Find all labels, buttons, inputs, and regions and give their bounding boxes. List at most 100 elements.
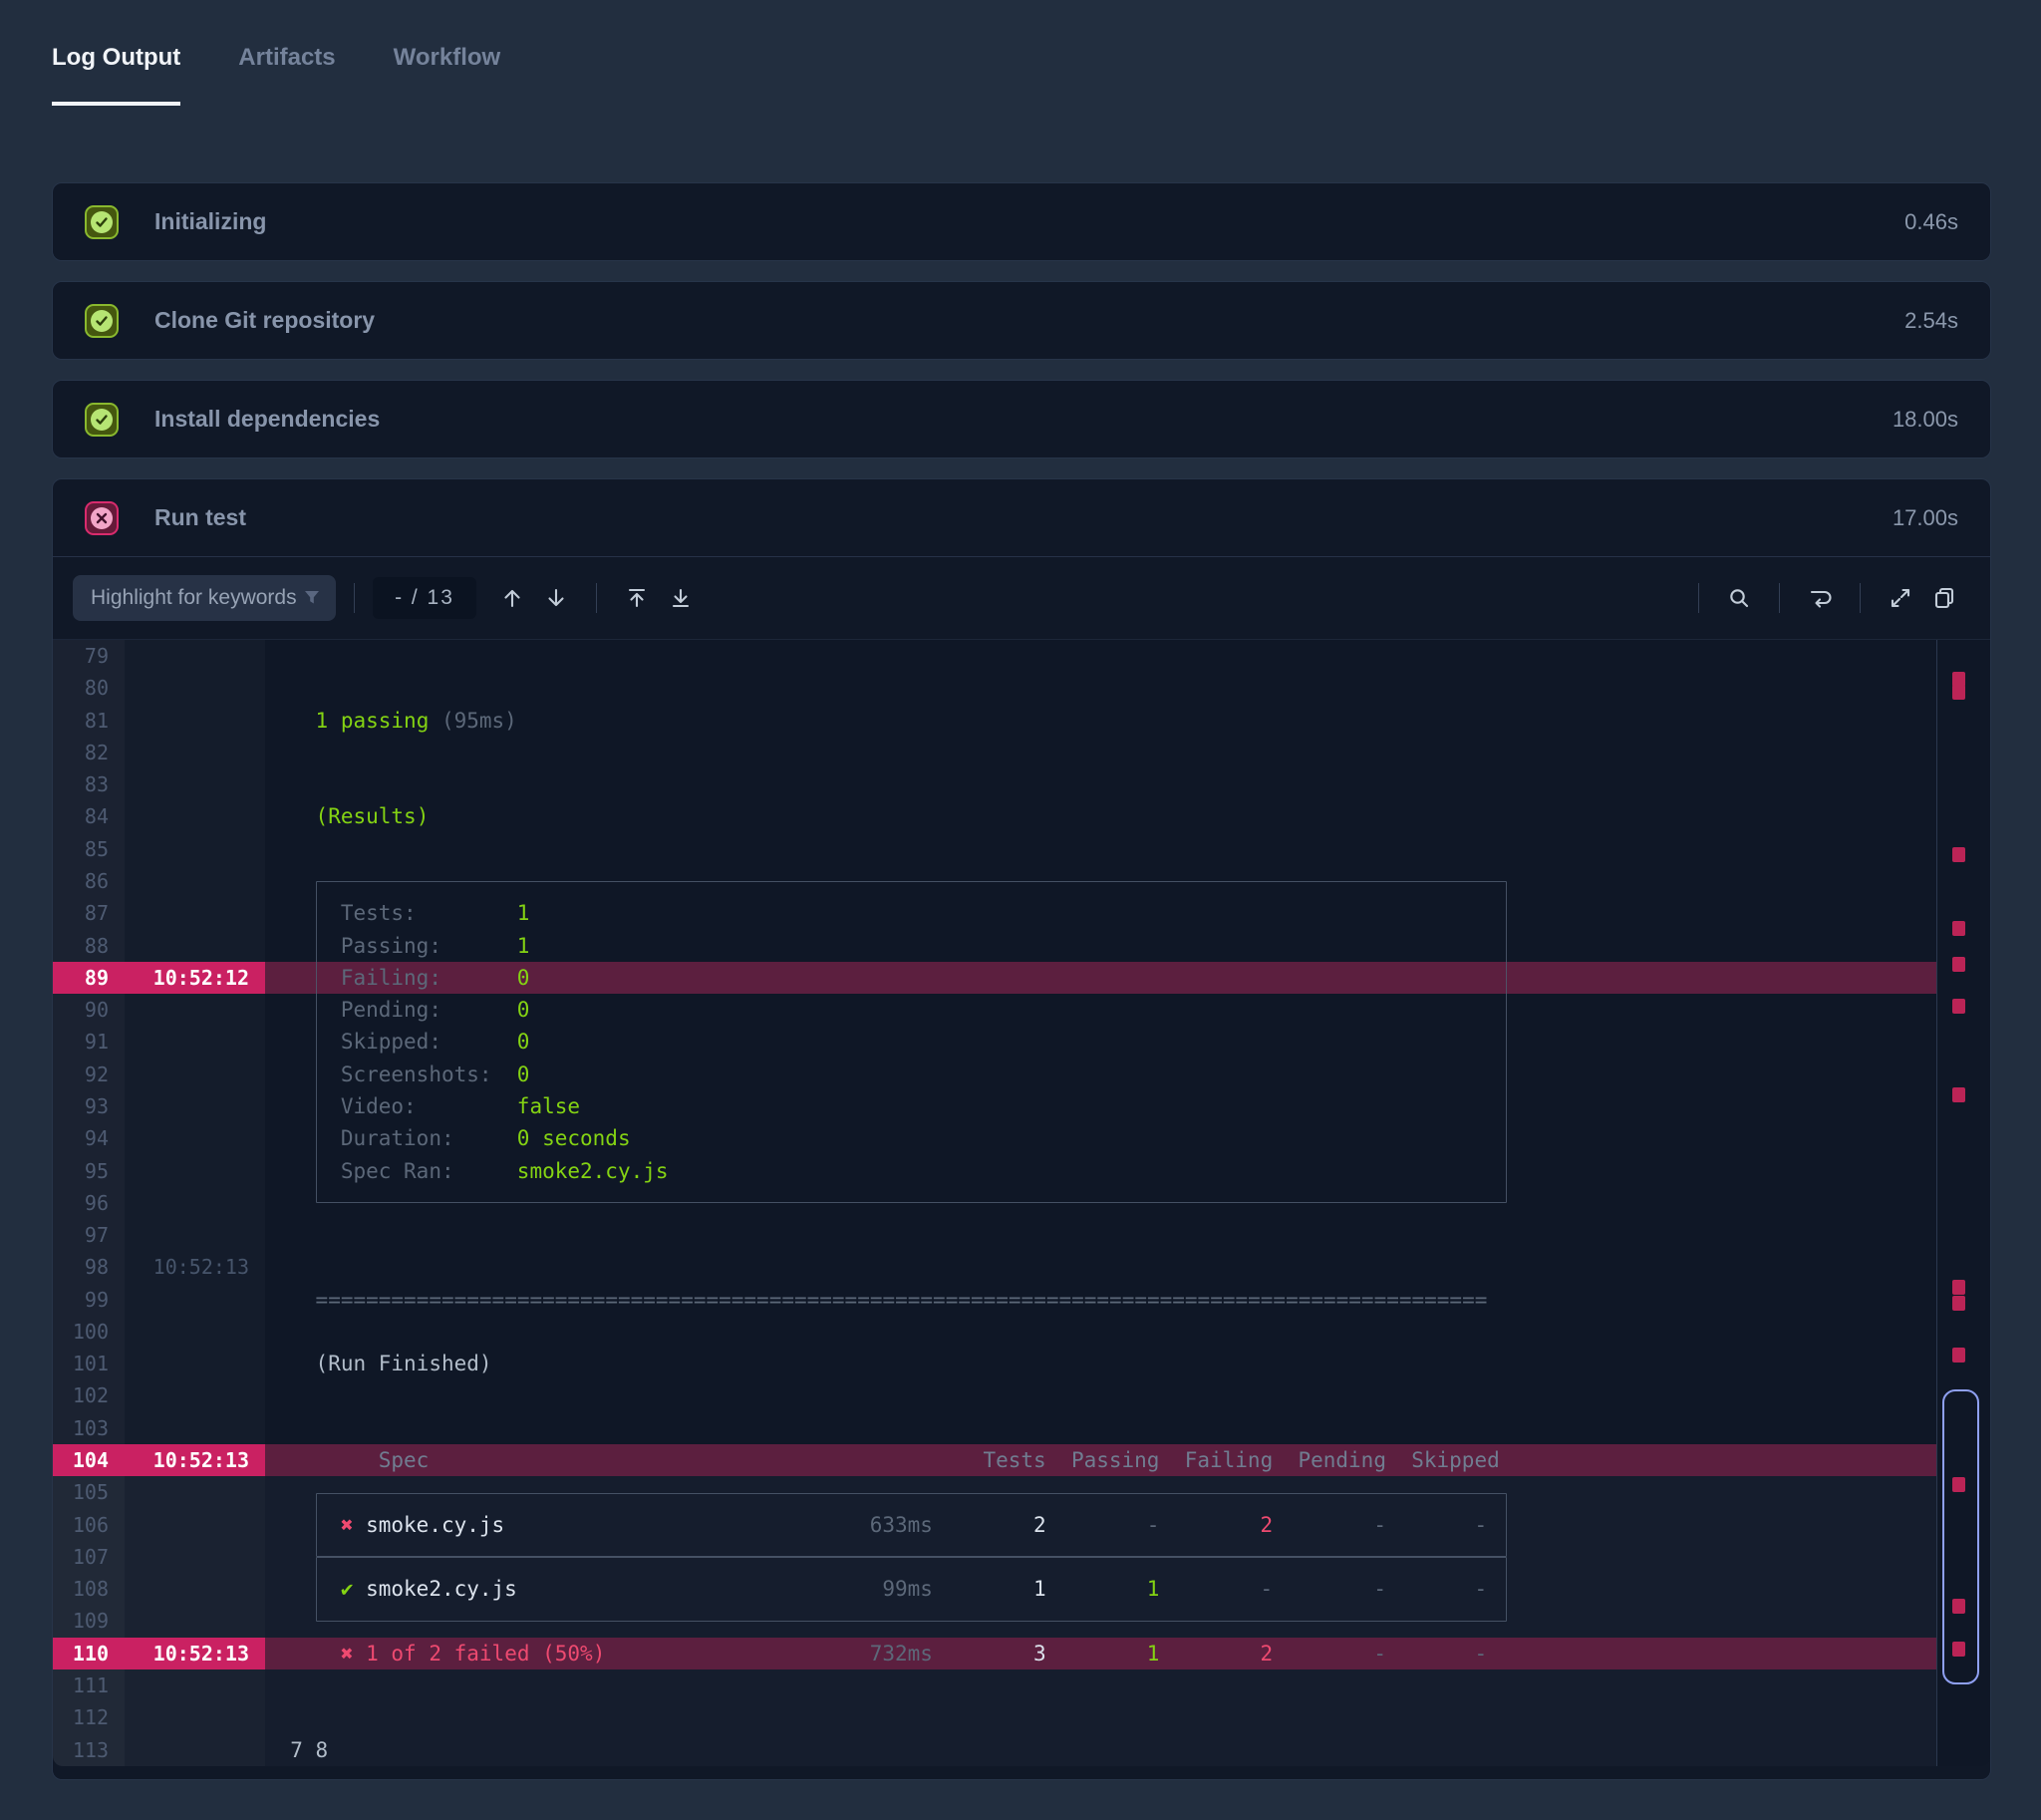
timestamp [125,1283,265,1316]
log-line: 101 (Run Finished) [53,1348,1990,1380]
log-line: 104 10:52:13 Spec Tests Passing Failing Pendin… [53,1444,1990,1477]
timestamp [125,1219,265,1252]
timestamp: 10:52:13 [125,1637,265,1669]
minimap-match-tick [1952,847,1965,862]
log-line: 81 1 passing (95ms) [53,704,1990,737]
word-wrap-button[interactable] [1798,576,1842,620]
line-number: 113 [53,1733,125,1766]
timestamp [125,1605,265,1638]
log-text [265,832,1990,865]
line-number: 103 [53,1411,125,1445]
line-number: 100 [53,1315,125,1349]
log-line: 82 [53,736,1990,769]
log-text: Failing: 0 [265,961,1990,995]
log-line: 105 [53,1476,1990,1509]
step-header[interactable]: Initializing 0.46s [53,183,1990,260]
expand-icon [1891,588,1910,608]
previous-match-button[interactable] [490,576,534,620]
line-number: 93 [53,1089,125,1123]
wrap-icon [1810,590,1832,608]
arrow-down-icon [548,588,564,607]
line-number: 83 [53,768,125,801]
line-number: 79 [53,640,125,673]
line-number: 112 [53,1701,125,1734]
step-title: Install dependencies [154,406,381,432]
step-card-initializing: Initializing 0.46s [52,182,1991,261]
timestamp [125,994,265,1027]
log-text [265,1379,1990,1412]
log-text [265,1701,1990,1734]
minimap-viewport[interactable] [1942,1389,1979,1684]
log-text [265,1219,1990,1252]
log-text [265,1669,1990,1702]
timestamp [125,1573,265,1606]
step-duration: 17.00s [1892,504,1958,530]
log-line: 95 Spec Ran: smoke2.cy.js [53,1154,1990,1187]
scroll-to-bottom-button[interactable] [659,576,703,620]
timestamp [125,736,265,769]
timestamp [125,704,265,737]
keyword-highlight-input[interactable] [89,585,302,611]
scroll-to-top-button[interactable] [615,576,659,620]
timestamp [125,800,265,833]
timestamp [125,1348,265,1380]
log-text: (Run Finished) [265,1348,1990,1380]
log-text: Duration: 0 seconds [265,1122,1990,1155]
timestamp [125,897,265,930]
failure-x-icon [85,500,119,535]
line-number: 101 [53,1348,125,1380]
toolbar-divider [1779,583,1780,613]
tab-artifacts[interactable]: Artifacts [238,44,335,106]
minimap-match-tick [1952,1348,1965,1363]
minimap-match-tick [1952,957,1965,972]
step-header[interactable]: Run test 17.00s [53,479,1990,557]
line-number: 91 [53,1026,125,1059]
tab-log-output[interactable]: Log Output [52,44,181,106]
step-header[interactable]: Install dependencies 18.00s [53,381,1990,457]
line-number: 109 [53,1605,125,1638]
log-line: 111 [53,1669,1990,1702]
minimap-match-tick [1952,1477,1965,1492]
line-number: 86 [53,864,125,898]
line-number: 106 [53,1508,125,1541]
step-duration: 18.00s [1892,406,1958,432]
timestamp [125,1122,265,1155]
timestamp [125,1411,265,1445]
match-counter[interactable]: - / 13 [373,577,476,619]
fullscreen-button[interactable] [1879,576,1922,620]
copy-log-button[interactable] [1922,576,1966,620]
log-text [265,672,1990,705]
log-toolbar-right [1680,576,1966,620]
arrow-to-top-icon [628,588,646,608]
log-text: Skipped: 0 [265,1026,1990,1059]
line-number: 80 [53,672,125,705]
timestamp: 10:52:12 [125,961,265,995]
log-lines: 79 80 81 1 passing (95ms) 82 83 84 (Results) 85 86… [53,640,1990,1766]
tab-workflow[interactable]: Workflow [394,44,501,106]
timestamp [125,929,265,962]
line-number: 81 [53,704,125,737]
timestamp [125,1701,265,1734]
step-header[interactable]: Clone Git repository 2.54s [53,282,1990,359]
log-line: 110 10:52:13 ✖ 1 of 2 failed (50%) 732ms 3 1 2… [53,1637,1990,1669]
log-text [265,736,1990,769]
line-number: 95 [53,1154,125,1187]
line-number: 92 [53,1058,125,1090]
line-number: 97 [53,1219,125,1252]
keyword-highlight-field[interactable] [73,575,336,621]
line-number: 108 [53,1573,125,1606]
tab-label: Artifacts [238,44,336,71]
log-text: Video: false [265,1089,1990,1123]
log-text: Passing: 1 [265,929,1990,962]
log-text: Pending: 0 [265,994,1990,1027]
log-text [265,640,1990,673]
log-line: 79 [53,640,1990,673]
log-line: 84 (Results) [53,800,1990,833]
timestamp [125,1540,265,1574]
step-title: Initializing [154,208,267,234]
minimap-match-tick [1952,999,1965,1014]
log-line: 102 [53,1379,1990,1412]
search-button[interactable] [1717,576,1761,620]
filter-icon [305,591,319,604]
next-match-button[interactable] [534,576,578,620]
